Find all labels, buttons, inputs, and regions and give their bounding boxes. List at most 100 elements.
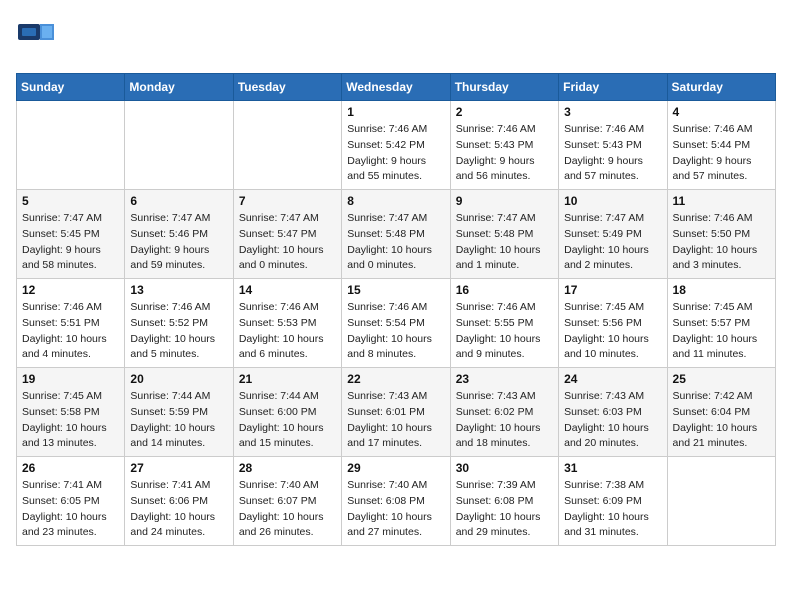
calendar-cell: 11 Sunrise: 7:46 AMSunset: 5:50 PMDayligh… — [667, 190, 775, 279]
day-number: 14 — [239, 283, 336, 297]
calendar-cell: 20 Sunrise: 7:44 AMSunset: 5:59 PMDayligh… — [125, 368, 233, 457]
day-number: 29 — [347, 461, 444, 475]
day-number: 8 — [347, 194, 444, 208]
day-number: 11 — [673, 194, 770, 208]
day-info: Sunrise: 7:47 AMSunset: 5:48 PMDaylight:… — [347, 211, 444, 274]
day-info: Sunrise: 7:45 AMSunset: 5:56 PMDaylight:… — [564, 300, 661, 363]
day-number: 1 — [347, 105, 444, 119]
page-header — [16, 16, 776, 61]
day-number: 15 — [347, 283, 444, 297]
day-number: 20 — [130, 372, 227, 386]
calendar-cell: 7 Sunrise: 7:47 AMSunset: 5:47 PMDaylight… — [233, 190, 341, 279]
day-number: 12 — [22, 283, 119, 297]
day-number: 31 — [564, 461, 661, 475]
calendar-cell: 4Sunrise: 7:46 AMSunset: 5:44 PMDaylight… — [667, 101, 775, 190]
day-number: 30 — [456, 461, 553, 475]
logo-svg — [16, 16, 56, 56]
calendar-week-4: 26Sunrise: 7:41 AMSunset: 6:05 PMDayligh… — [17, 457, 776, 546]
day-number: 21 — [239, 372, 336, 386]
day-info: Sunrise: 7:46 AMSunset: 5:55 PMDaylight:… — [456, 300, 553, 363]
day-info: Sunrise: 7:40 AMSunset: 6:07 PMDaylight:… — [239, 478, 336, 541]
day-number: 10 — [564, 194, 661, 208]
day-info: Sunrise: 7:43 AMSunset: 6:02 PMDaylight:… — [456, 389, 553, 452]
header-saturday: Saturday — [667, 74, 775, 101]
day-number: 19 — [22, 372, 119, 386]
calendar-cell: 21 Sunrise: 7:44 AMSunset: 6:00 PMDayligh… — [233, 368, 341, 457]
day-info: Sunrise: 7:46 AMSunset: 5:50 PMDaylight:… — [673, 211, 770, 274]
calendar-cell: 3 Sunrise: 7:46 AMSunset: 5:43 PMDaylight… — [559, 101, 667, 190]
day-info: Sunrise: 7:46 AMSunset: 5:43 PMDaylight:… — [564, 122, 661, 185]
calendar-cell: 28 Sunrise: 7:40 AMSunset: 6:07 PMDayligh… — [233, 457, 341, 546]
calendar-cell: 8 Sunrise: 7:47 AMSunset: 5:48 PMDaylight… — [342, 190, 450, 279]
day-info: Sunrise: 7:44 AMSunset: 6:00 PMDaylight:… — [239, 389, 336, 452]
day-info: Sunrise: 7:44 AMSunset: 5:59 PMDaylight:… — [130, 389, 227, 452]
header-monday: Monday — [125, 74, 233, 101]
day-number: 5 — [22, 194, 119, 208]
calendar-cell: 1 Sunrise: 7:46 AMSunset: 5:42 PMDaylight… — [342, 101, 450, 190]
day-number: 4 — [673, 105, 770, 119]
day-number: 7 — [239, 194, 336, 208]
day-number: 2 — [456, 105, 553, 119]
calendar-cell: 22 Sunrise: 7:43 AMSunset: 6:01 PMDayligh… — [342, 368, 450, 457]
calendar-cell: 16 Sunrise: 7:46 AMSunset: 5:55 PMDayligh… — [450, 279, 558, 368]
day-info: Sunrise: 7:46 AMSunset: 5:42 PMDaylight:… — [347, 122, 444, 185]
calendar-cell: 26Sunrise: 7:41 AMSunset: 6:05 PMDayligh… — [17, 457, 125, 546]
calendar-cell: 31Sunrise: 7:38 AMSunset: 6:09 PMDayligh… — [559, 457, 667, 546]
calendar-cell: 5 Sunrise: 7:47 AMSunset: 5:45 PMDaylight… — [17, 190, 125, 279]
logo-block — [16, 16, 56, 61]
calendar-week-3: 19 Sunrise: 7:45 AMSunset: 5:58 PMDayligh… — [17, 368, 776, 457]
day-number: 27 — [130, 461, 227, 475]
day-number: 9 — [456, 194, 553, 208]
day-number: 23 — [456, 372, 553, 386]
day-number: 28 — [239, 461, 336, 475]
calendar-week-1: 5 Sunrise: 7:47 AMSunset: 5:45 PMDaylight… — [17, 190, 776, 279]
calendar-cell — [233, 101, 341, 190]
calendar-cell: 27 Sunrise: 7:41 AMSunset: 6:06 PMDayligh… — [125, 457, 233, 546]
calendar-cell — [17, 101, 125, 190]
day-info: Sunrise: 7:42 AMSunset: 6:04 PMDaylight:… — [673, 389, 770, 452]
calendar-cell: 14 Sunrise: 7:46 AMSunset: 5:53 PMDayligh… — [233, 279, 341, 368]
calendar-header-row: SundayMondayTuesdayWednesdayThursdayFrid… — [17, 74, 776, 101]
calendar-cell: 13Sunrise: 7:46 AMSunset: 5:52 PMDayligh… — [125, 279, 233, 368]
calendar-cell: 15 Sunrise: 7:46 AMSunset: 5:54 PMDayligh… — [342, 279, 450, 368]
calendar-cell: 12Sunrise: 7:46 AMSunset: 5:51 PMDayligh… — [17, 279, 125, 368]
day-info: Sunrise: 7:45 AMSunset: 5:58 PMDaylight:… — [22, 389, 119, 452]
day-number: 16 — [456, 283, 553, 297]
calendar-table: SundayMondayTuesdayWednesdayThursdayFrid… — [16, 73, 776, 546]
calendar-cell: 10 Sunrise: 7:47 AMSunset: 5:49 PMDayligh… — [559, 190, 667, 279]
day-info: Sunrise: 7:47 AMSunset: 5:48 PMDaylight:… — [456, 211, 553, 274]
day-info: Sunrise: 7:46 AMSunset: 5:52 PMDaylight:… — [130, 300, 227, 363]
header-thursday: Thursday — [450, 74, 558, 101]
day-info: Sunrise: 7:45 AMSunset: 5:57 PMDaylight:… — [673, 300, 770, 363]
logo — [16, 16, 60, 61]
header-friday: Friday — [559, 74, 667, 101]
calendar-cell: 24Sunrise: 7:43 AMSunset: 6:03 PMDayligh… — [559, 368, 667, 457]
day-info: Sunrise: 7:39 AMSunset: 6:08 PMDaylight:… — [456, 478, 553, 541]
calendar-cell — [667, 457, 775, 546]
day-info: Sunrise: 7:47 AMSunset: 5:46 PMDaylight:… — [130, 211, 227, 274]
calendar-week-2: 12Sunrise: 7:46 AMSunset: 5:51 PMDayligh… — [17, 279, 776, 368]
day-info: Sunrise: 7:41 AMSunset: 6:06 PMDaylight:… — [130, 478, 227, 541]
day-number: 22 — [347, 372, 444, 386]
header-wednesday: Wednesday — [342, 74, 450, 101]
day-info: Sunrise: 7:47 AMSunset: 5:47 PMDaylight:… — [239, 211, 336, 274]
day-number: 25 — [673, 372, 770, 386]
day-info: Sunrise: 7:43 AMSunset: 6:03 PMDaylight:… — [564, 389, 661, 452]
calendar-cell: 6Sunrise: 7:47 AMSunset: 5:46 PMDaylight… — [125, 190, 233, 279]
day-info: Sunrise: 7:46 AMSunset: 5:54 PMDaylight:… — [347, 300, 444, 363]
day-number: 3 — [564, 105, 661, 119]
day-number: 26 — [22, 461, 119, 475]
day-info: Sunrise: 7:47 AMSunset: 5:49 PMDaylight:… — [564, 211, 661, 274]
calendar-cell: 25 Sunrise: 7:42 AMSunset: 6:04 PMDayligh… — [667, 368, 775, 457]
day-info: Sunrise: 7:46 AMSunset: 5:53 PMDaylight:… — [239, 300, 336, 363]
header-sunday: Sunday — [17, 74, 125, 101]
calendar-cell: 29Sunrise: 7:40 AMSunset: 6:08 PMDayligh… — [342, 457, 450, 546]
day-info: Sunrise: 7:43 AMSunset: 6:01 PMDaylight:… — [347, 389, 444, 452]
day-info: Sunrise: 7:47 AMSunset: 5:45 PMDaylight:… — [22, 211, 119, 274]
calendar-cell: 19 Sunrise: 7:45 AMSunset: 5:58 PMDayligh… — [17, 368, 125, 457]
day-number: 18 — [673, 283, 770, 297]
calendar-cell: 17 Sunrise: 7:45 AMSunset: 5:56 PMDayligh… — [559, 279, 667, 368]
day-info: Sunrise: 7:46 AMSunset: 5:43 PMDaylight:… — [456, 122, 553, 185]
day-number: 17 — [564, 283, 661, 297]
calendar-cell: 30 Sunrise: 7:39 AMSunset: 6:08 PMDayligh… — [450, 457, 558, 546]
